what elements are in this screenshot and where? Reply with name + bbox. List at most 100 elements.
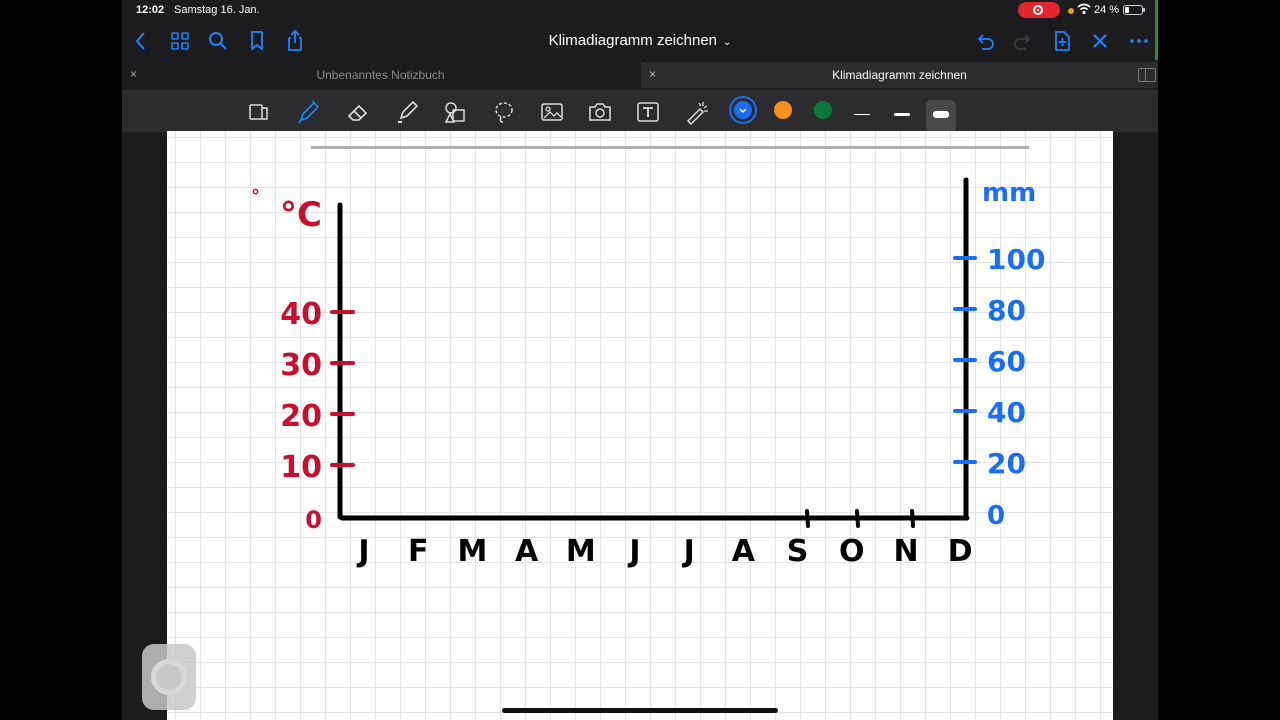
mic-indicator-icon: [1068, 8, 1074, 14]
color-swatch-green[interactable]: [814, 101, 832, 119]
back-button[interactable]: [128, 28, 154, 54]
redo-button[interactable]: [1010, 28, 1036, 54]
battery-percentage: 24 %: [1094, 4, 1120, 16]
tab-bar: × Unbenanntes Notizbuch × Klimadiagramm …: [122, 62, 1158, 88]
month-label: A: [515, 534, 539, 569]
right-tick-label: 80: [987, 294, 1026, 327]
read-only-icon: [249, 104, 268, 120]
image-tool-button[interactable]: [538, 98, 566, 126]
stroke-preview: [933, 111, 949, 118]
text-icon: [637, 102, 659, 122]
month-label: S: [787, 534, 809, 569]
month-label: M: [457, 534, 487, 569]
month-label: O: [839, 534, 865, 569]
laser-pointer-button[interactable]: [683, 98, 711, 126]
month-label: N: [893, 534, 918, 569]
stroke-width-thin[interactable]: [847, 100, 877, 132]
add-page-icon: [1055, 31, 1070, 51]
climate-diagram-drawing[interactable]: 010203040 020406080100 JFMAMJJASOND ° °C…: [167, 131, 1113, 720]
add-page-button[interactable]: [1049, 28, 1075, 54]
lasso-tool-button[interactable]: [490, 98, 518, 126]
share-icon: [288, 29, 302, 51]
month-label: F: [408, 534, 429, 569]
chevron-down-icon: [739, 108, 747, 113]
search-button[interactable]: [205, 28, 231, 54]
notebook-page[interactable]: 0 10 20 30 40 0 20 40 60 80 100 JFMAMJJASOND ° °C…: [167, 131, 1113, 720]
pen-tool-button[interactable]: [295, 98, 323, 126]
tab-label: Klimadiagramm zeichnen: [832, 68, 967, 82]
chevron-left-icon: [135, 32, 145, 50]
read-only-button[interactable]: [244, 98, 272, 126]
left-tick-label: 30: [280, 348, 322, 383]
grid-view-button[interactable]: [167, 28, 193, 54]
pen-icon: [298, 100, 320, 124]
left-tick-label: 20: [280, 399, 322, 434]
month-label: J: [356, 534, 369, 569]
right-tick-label: 40: [987, 396, 1026, 429]
stroke-width-medium[interactable]: [887, 100, 917, 132]
image-icon: [541, 103, 563, 121]
bookmark-icon: [251, 31, 263, 51]
redo-icon: [1014, 34, 1031, 50]
assistive-touch-button[interactable]: [142, 644, 196, 710]
sidebar-toggle-icon[interactable]: [1138, 68, 1156, 82]
wifi-icon: [1077, 3, 1091, 15]
battery-level: [1125, 7, 1129, 13]
month-label: A: [732, 534, 756, 569]
camera-icon: [589, 103, 611, 121]
document-title: Klimadiagramm zeichnen: [548, 32, 717, 49]
eraser-icon: [347, 104, 368, 121]
drawing-toolbar: [122, 90, 1158, 132]
color-swatch-orange[interactable]: [774, 101, 792, 119]
color-swatch-blue[interactable]: [734, 101, 752, 119]
month-label: J: [627, 534, 640, 569]
right-tick-label: 0: [987, 501, 1005, 531]
status-date: Samstag 16. Jan.: [174, 4, 260, 16]
camera-tool-button[interactable]: [586, 98, 614, 126]
ipad-screen: 12:02 Samstag 16. Jan. 24 % Klimadiagram…: [122, 0, 1158, 720]
shapes-icon: [444, 102, 465, 123]
tab-unbenanntes-notizbuch[interactable]: × Unbenanntes Notizbuch: [122, 62, 639, 88]
search-icon: [209, 32, 227, 50]
stroke-width-thick[interactable]: [926, 100, 956, 132]
month-label: D: [948, 534, 973, 569]
home-indicator[interactable]: [502, 708, 778, 713]
close-button[interactable]: [1087, 28, 1113, 54]
laser-pointer-icon: [686, 102, 708, 126]
shapes-tool-button[interactable]: [441, 98, 469, 126]
close-icon: [1093, 34, 1107, 48]
undo-button[interactable]: [972, 28, 998, 54]
highlighter-icon: [398, 100, 419, 123]
month-label: M: [566, 534, 596, 569]
document-title-menu[interactable]: Klimadiagramm zeichnen ⌄: [540, 32, 740, 49]
chevron-down-icon: ⌄: [723, 37, 732, 48]
share-button[interactable]: [282, 28, 308, 54]
tab-klimadiagramm-zeichnen[interactable]: × Klimadiagramm zeichnen: [641, 62, 1158, 88]
left-tick-label: 0: [305, 506, 322, 534]
record-icon: [1033, 5, 1043, 15]
eraser-tool-button[interactable]: [344, 98, 372, 126]
stroke-preview: [854, 114, 870, 115]
right-axis-unit: mm: [982, 178, 1036, 208]
undo-icon: [977, 34, 994, 50]
x-tick-mark: [910, 509, 915, 528]
right-tick-label: 60: [987, 345, 1026, 378]
left-tick-label: 40: [280, 297, 322, 332]
assistive-touch-icon: [151, 659, 187, 695]
left-axis-degree-symbol: °: [251, 186, 260, 207]
text-tool-button[interactable]: [634, 98, 662, 126]
more-icon: [1130, 39, 1148, 43]
highlighter-tool-button[interactable]: [393, 98, 421, 126]
battery-icon: [1123, 5, 1145, 15]
nav-bar: Klimadiagramm zeichnen ⌄: [122, 22, 1158, 60]
left-tick-label: 10: [280, 450, 322, 485]
status-time: 12:02: [136, 4, 165, 16]
left-axis-unit: °C: [280, 195, 322, 235]
month-label: J: [682, 534, 695, 569]
x-tick-mark: [855, 509, 860, 528]
screen-recording-indicator[interactable]: [1018, 2, 1060, 18]
bookmark-button[interactable]: [244, 28, 270, 54]
tab-label: Unbenanntes Notizbuch: [316, 68, 445, 82]
x-tick-mark: [805, 509, 810, 528]
more-button[interactable]: [1126, 28, 1152, 54]
